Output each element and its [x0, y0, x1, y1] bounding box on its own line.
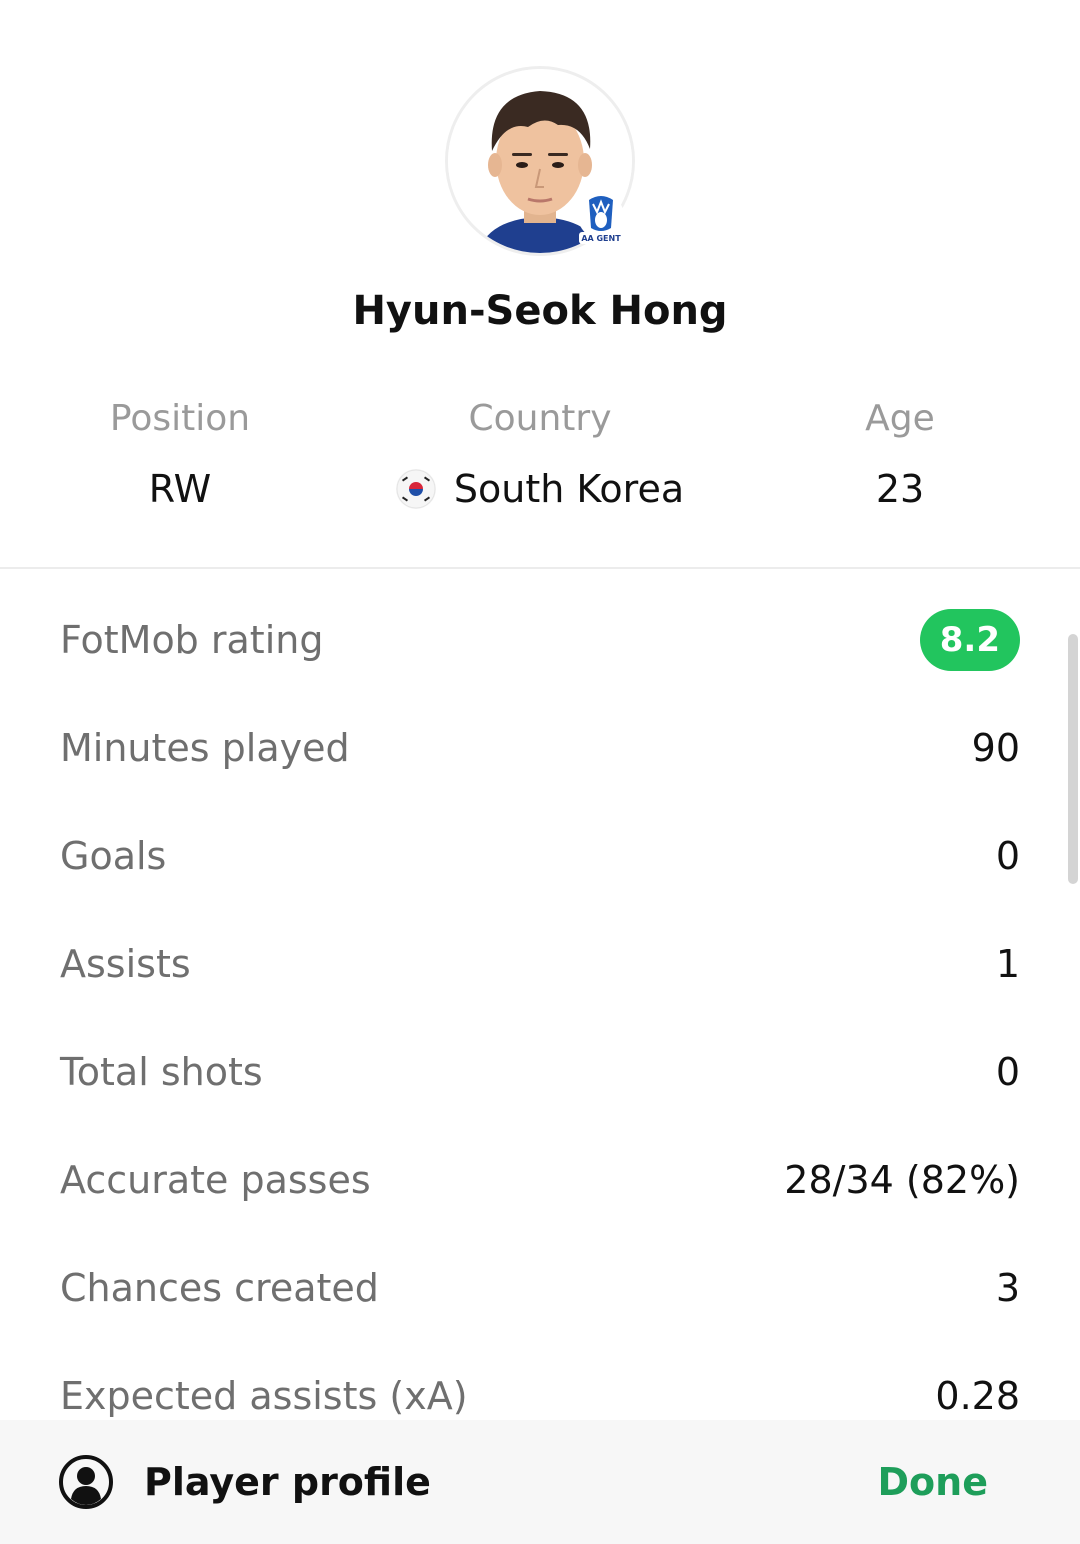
stat-row-goals: Goals 0	[60, 802, 1020, 910]
rating-badge: 8.2	[919, 609, 1020, 671]
country-value-text: South Korea	[453, 467, 685, 511]
club-badge-icon: AA GENT	[577, 190, 625, 248]
country-label: Country	[468, 398, 612, 439]
stat-value: 90	[971, 726, 1020, 770]
stat-label: FotMob rating	[60, 618, 324, 662]
player-profile-label: Player profile	[144, 1460, 431, 1504]
stat-value: 0	[995, 1050, 1020, 1094]
stat-value: 1	[995, 942, 1020, 986]
stat-label: Chances created	[60, 1266, 379, 1310]
scrollbar[interactable]	[1068, 634, 1078, 884]
bottom-action-bar: Player profile Done	[0, 1420, 1080, 1544]
stat-label: Accurate passes	[60, 1158, 371, 1202]
country-value: South Korea	[360, 466, 720, 512]
stat-label: Total shots	[60, 1050, 263, 1094]
stats-list: FotMob rating 8.2 Minutes played 90 Goal…	[60, 586, 1020, 1450]
stat-row-passes: Accurate passes 28/34 (82%)	[60, 1126, 1020, 1234]
position-value: RW	[0, 466, 360, 512]
position-label: Position	[109, 398, 251, 439]
info-age: Age 23	[720, 396, 1080, 512]
stat-value: 3	[995, 1266, 1020, 1310]
person-circle-icon	[58, 1454, 114, 1510]
stat-row-shots: Total shots 0	[60, 1018, 1020, 1126]
stat-row-rating: FotMob rating 8.2	[60, 586, 1020, 694]
stat-label: Expected assists (xA)	[60, 1374, 468, 1418]
age-value: 23	[720, 466, 1080, 512]
section-divider	[0, 567, 1080, 569]
club-badge-text: AA GENT	[581, 234, 621, 243]
info-country: Country South Korea	[360, 396, 720, 512]
stat-row-assists: Assists 1	[60, 910, 1020, 1018]
stat-row-chances: Chances created 3	[60, 1234, 1020, 1342]
player-profile-button[interactable]: Player profile	[58, 1452, 431, 1512]
stat-value: 0	[995, 834, 1020, 878]
info-position: Position RW	[0, 396, 360, 512]
stat-value: 28/34 (82%)	[784, 1158, 1020, 1202]
done-button[interactable]: Done	[878, 1452, 988, 1512]
age-value-text: 23	[875, 467, 925, 511]
stat-label: Assists	[60, 942, 191, 986]
south-korea-flag-icon	[395, 469, 436, 509]
stat-label: Goals	[60, 834, 167, 878]
player-name: Hyun-Seok Hong	[352, 288, 728, 334]
stat-label: Minutes played	[60, 726, 350, 770]
stat-row-minutes: Minutes played 90	[60, 694, 1020, 802]
stat-value: 0.28	[935, 1374, 1020, 1418]
position-value-text: RW	[148, 467, 212, 511]
age-label: Age	[865, 398, 935, 439]
